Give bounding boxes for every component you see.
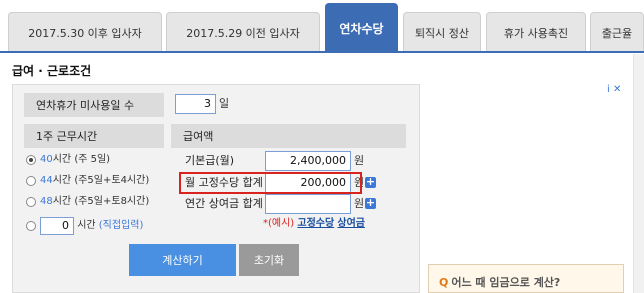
bonus-input[interactable]	[265, 194, 351, 214]
bonus-link[interactable]: 상여금	[337, 218, 365, 229]
hours-40-unit: 시간	[52, 154, 72, 165]
radio-44[interactable]	[26, 176, 36, 186]
hours-48-unit: 시간	[52, 196, 72, 207]
tab-before-2017-5-29[interactable]: 2017.5.29 이전 입사자	[166, 12, 320, 52]
unused-leave-unit: 일	[219, 97, 230, 110]
example-prefix: *(예시)	[263, 218, 295, 229]
tab-annual-leave-pay[interactable]: 연차수당	[325, 3, 398, 52]
unused-leave-label: 연차휴가 미사용일 수	[24, 93, 164, 117]
faq-q-icon: Q	[439, 276, 449, 289]
radio-40[interactable]	[26, 155, 36, 165]
bonus-label: 연간 상여금 합계	[185, 197, 263, 210]
base-salary-label: 기본급(월)	[185, 154, 235, 167]
tab-bar: 2017.5.30 이후 입사자 2017.5.29 이전 입사자 연차수당 퇴…	[0, 0, 644, 53]
faq-text: 어느 때 임금으로 계산?	[451, 276, 561, 289]
tab-attendance-rate[interactable]: 출근율	[590, 12, 644, 52]
add-allowance-icon[interactable]: +	[365, 176, 376, 188]
example-note: *(예시) 고정수당 상여금	[263, 214, 365, 229]
fixed-allowance-link[interactable]: 고정수당	[297, 218, 334, 229]
hours-44-unit: 시간	[52, 175, 72, 186]
reset-button[interactable]: 초기화	[239, 244, 299, 276]
highlight-box	[179, 172, 362, 194]
tab-leave-promotion[interactable]: 휴가 사용촉진	[486, 12, 586, 52]
radio-custom[interactable]	[26, 221, 36, 231]
tab-after-2017-5-30[interactable]: 2017.5.30 이후 입사자	[8, 12, 162, 52]
tab-underline	[0, 51, 644, 53]
hours-48-value: 48	[40, 196, 53, 207]
hours-40-value: 40	[40, 154, 53, 165]
add-bonus-icon[interactable]: +	[365, 197, 376, 209]
custom-hours-input[interactable]: 0	[40, 217, 74, 235]
salary-header: 급여액	[171, 124, 406, 148]
hours-option-40[interactable]: 40 시간 (주 5일)	[26, 153, 110, 167]
hours-44-detail: (주5일+토4시간)	[74, 175, 150, 186]
faq-box[interactable]: Q 어느 때 임금으로 계산?	[428, 264, 624, 293]
base-salary-input[interactable]: 2,400,000	[265, 151, 351, 171]
unused-leave-input[interactable]: 3	[175, 94, 216, 114]
radio-48[interactable]	[26, 197, 36, 207]
base-salary-unit: 원	[354, 154, 365, 167]
custom-hours-hint: (직접입력)	[98, 220, 144, 231]
scrollbar[interactable]	[633, 54, 644, 293]
hours-40-detail: (주 5일)	[74, 154, 111, 165]
calculate-button[interactable]: 계산하기	[129, 244, 236, 276]
custom-hours-unit: 시간	[77, 220, 96, 231]
tab-retirement-settlement[interactable]: 퇴직시 정산	[403, 12, 481, 52]
hours-option-custom[interactable]: 0 시간 (직접입력)	[26, 217, 143, 235]
weekly-hours-header: 1주 근무시간	[24, 124, 164, 148]
section-title: 급여 · 근로조건	[12, 64, 92, 78]
hours-44-value: 44	[40, 175, 53, 186]
hours-48-detail: (주5일+토8시간)	[74, 196, 150, 207]
hours-option-44[interactable]: 44 시간 (주5일+토4시간)	[26, 174, 149, 188]
hours-option-48[interactable]: 48 시간 (주5일+토8시간)	[26, 195, 149, 209]
ad-choices-icon[interactable]: i ✕	[607, 84, 621, 95]
bonus-unit: 원	[354, 197, 365, 210]
